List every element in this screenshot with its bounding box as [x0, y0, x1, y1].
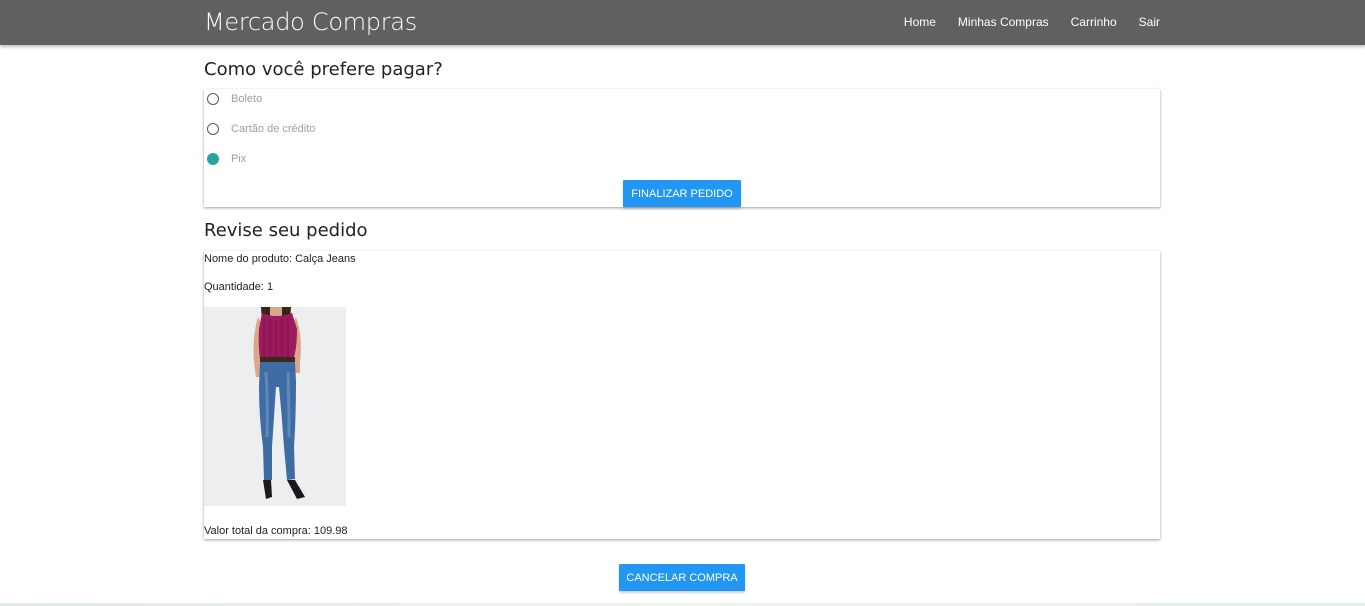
- payment-option-cartao[interactable]: Cartão de crédito: [207, 123, 315, 135]
- review-section-title: Revise seu pedido: [204, 220, 368, 241]
- payment-section-title: Como você prefere pagar?: [204, 59, 443, 80]
- product-photo-jeans-model: [204, 307, 346, 506]
- radio-boleto[interactable]: [207, 93, 219, 105]
- payment-option-label: Boleto: [231, 93, 263, 105]
- radio-cartao-de-credito[interactable]: [207, 123, 219, 135]
- product-name: Nome do produto: Calça Jeans: [204, 253, 356, 265]
- nav-link-carrinho[interactable]: Carrinho: [1071, 15, 1117, 29]
- payment-options-card: Boleto Cartão de crédito Pix Finalizar p…: [204, 89, 1160, 207]
- nav-link-sair[interactable]: Sair: [1139, 15, 1160, 29]
- payment-option-boleto[interactable]: Boleto: [207, 93, 262, 105]
- order-total: Valor total da compra: 109.98: [204, 525, 348, 537]
- order-review-card: Nome do produto: Calça Jeans Quantidade:…: [204, 251, 1160, 539]
- payment-option-pix[interactable]: Pix: [207, 153, 246, 165]
- product-quantity: Quantidade: 1: [204, 281, 274, 293]
- radio-pix[interactable]: [207, 153, 219, 165]
- top-navbar: Mercado Compras Home Minhas Compras Carr…: [0, 0, 1365, 45]
- finalize-order-button[interactable]: Finalizar pedido: [623, 180, 741, 207]
- payment-option-label: Cartão de crédito: [231, 123, 316, 135]
- nav-link-home[interactable]: Home: [904, 15, 936, 29]
- payment-option-label: Pix: [231, 153, 247, 165]
- nav-link-minhas-compras[interactable]: Minhas Compras: [958, 15, 1049, 29]
- nav-links: Home Minhas Compras Carrinho Sair: [882, 15, 1160, 29]
- brand-logo-link[interactable]: Mercado Compras: [204, 8, 417, 36]
- cancel-purchase-button[interactable]: Cancelar compra: [619, 564, 745, 591]
- product-image: [204, 307, 346, 506]
